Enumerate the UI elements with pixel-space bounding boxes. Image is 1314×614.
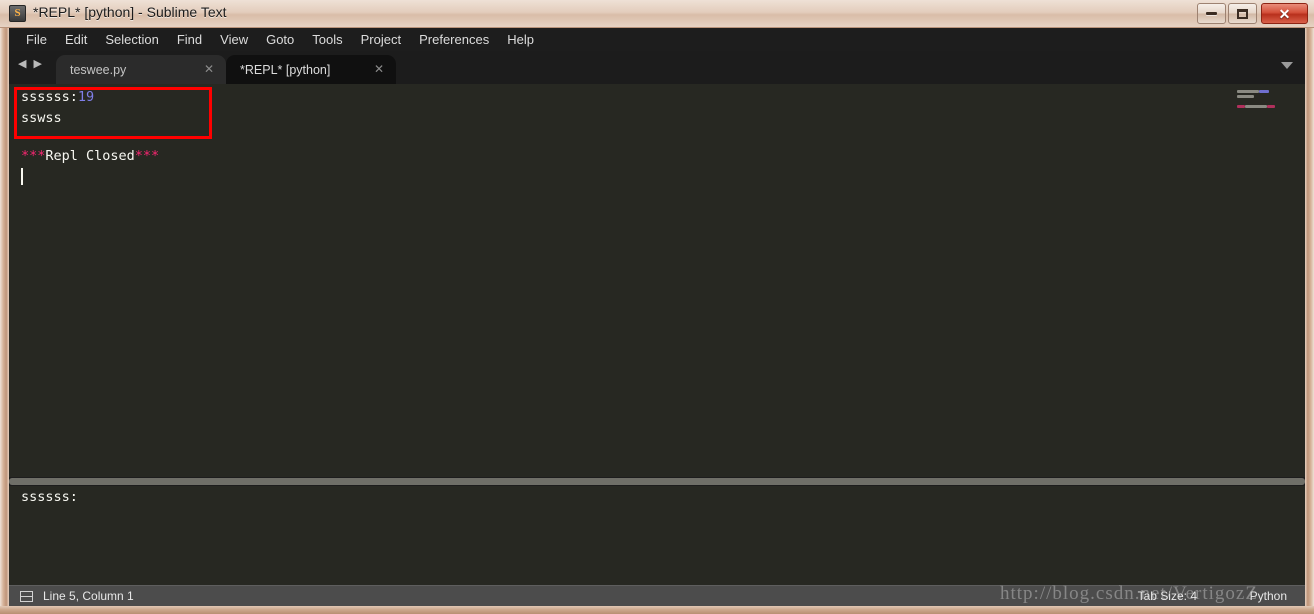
syntax-mode-label[interactable]: Python: [1250, 589, 1287, 603]
tab-size-label[interactable]: Tab Size: 4: [1138, 589, 1197, 603]
console-line-status: ***Repl Closed***: [21, 148, 160, 164]
horizontal-scrollbar[interactable]: [9, 478, 1305, 485]
window-title: *REPL* [python] - Sublime Text: [33, 4, 227, 20]
panel-divider[interactable]: [9, 477, 1305, 486]
status-bar: Line 5, Column 1 Tab Size: 4 Python: [9, 585, 1305, 606]
tab-next-icon[interactable]: ▶: [33, 59, 41, 70]
tab-repl-python[interactable]: *REPL* [python] ✕: [226, 55, 396, 84]
menu-item-find[interactable]: Find: [168, 30, 211, 49]
menu-bar: File Edit Selection Find View Goto Tools…: [9, 28, 1305, 51]
tab-prev-icon[interactable]: ◀: [18, 59, 26, 70]
tab-bar: ◀ ▶ teswee.py ✕ *REPL* [python] ✕: [9, 51, 1305, 84]
menu-item-goto[interactable]: Goto: [257, 30, 303, 49]
tab-label: teswee.py: [70, 62, 127, 77]
minimize-icon: [1206, 12, 1217, 15]
tab-label: *REPL* [python]: [240, 62, 331, 77]
console-text: ssssss:: [21, 89, 78, 105]
maximize-button[interactable]: [1228, 3, 1257, 24]
asterisks-left: ***: [21, 148, 46, 164]
maximize-icon: [1237, 8, 1248, 19]
console-line-output: ssssss:19: [21, 89, 95, 105]
application-window: S *REPL* [python] - Sublime Text ✕ File …: [0, 0, 1314, 614]
minimap[interactable]: [1211, 84, 1289, 477]
editor-vertical-scrollbar[interactable]: [1290, 84, 1305, 477]
close-icon: ✕: [1278, 5, 1291, 22]
panel-toggle-icon[interactable]: [20, 591, 33, 602]
menu-item-file[interactable]: File: [17, 30, 56, 49]
asterisks-right: ***: [134, 148, 160, 164]
menu-item-edit[interactable]: Edit: [56, 30, 96, 49]
menu-item-help[interactable]: Help: [498, 30, 543, 49]
window-frame-left-edge: [0, 0, 9, 614]
close-button[interactable]: ✕: [1261, 3, 1308, 24]
tab-navigation: ◀ ▶: [18, 59, 42, 70]
repl-console[interactable]: ssssss:19 sswss ***Repl Closed***: [9, 84, 1305, 477]
console-line-output: sswss: [21, 110, 62, 126]
cursor-position-label: Line 5, Column 1: [43, 589, 134, 603]
menu-item-selection[interactable]: Selection: [96, 30, 167, 49]
repl-input-value: ssssss:: [21, 489, 78, 505]
tab-close-icon[interactable]: ✕: [374, 63, 384, 75]
text-caret: [21, 168, 23, 185]
window-frame-bottom-edge: [0, 606, 1314, 614]
tab-teswee-py[interactable]: teswee.py ✕: [56, 55, 226, 84]
console-number: 19: [77, 89, 95, 105]
repl-closed-text: Repl Closed: [45, 148, 135, 164]
window-frame-right-edge: [1305, 0, 1314, 614]
sublime-icon: S: [9, 5, 26, 22]
menu-item-preferences[interactable]: Preferences: [410, 30, 498, 49]
tab-close-icon[interactable]: ✕: [204, 63, 214, 75]
menu-item-project[interactable]: Project: [352, 30, 410, 49]
title-bar: S *REPL* [python] - Sublime Text ✕: [0, 0, 1314, 28]
chevron-down-icon[interactable]: [1281, 62, 1293, 69]
minimize-button[interactable]: [1197, 3, 1226, 24]
repl-input-panel[interactable]: ssssss:: [9, 486, 1305, 585]
menu-item-tools[interactable]: Tools: [303, 30, 351, 49]
menu-item-view[interactable]: View: [211, 30, 257, 49]
